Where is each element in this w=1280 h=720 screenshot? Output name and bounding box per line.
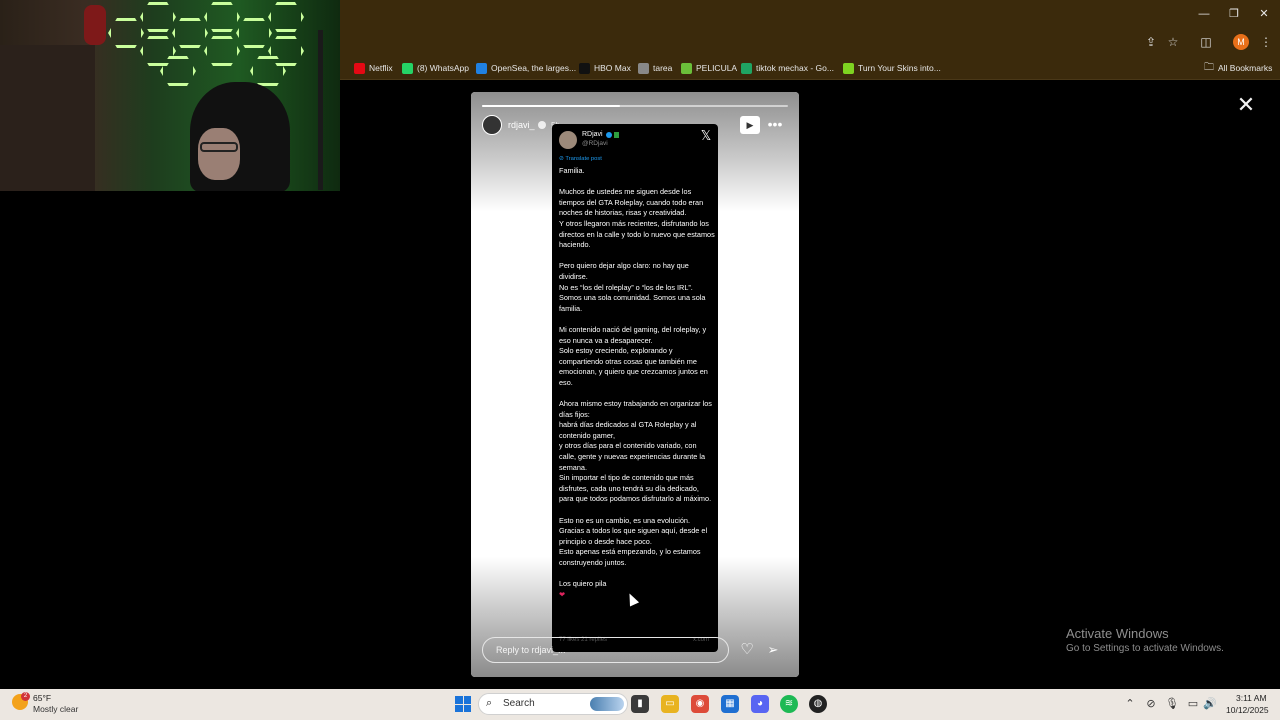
weather-desc[interactable]: Mostly clear [33, 704, 78, 714]
opensea-icon [476, 62, 487, 74]
x-logo-icon: 𝕏 [700, 128, 712, 143]
discord-icon[interactable]: ◕ [751, 695, 769, 713]
streamer-face [198, 128, 240, 180]
hex-light [204, 2, 240, 32]
bookmark-tiktok-mechax[interactable]: tiktok mechax - Go... [741, 60, 834, 76]
clock-date[interactable]: 10/12/2025 [1226, 705, 1269, 715]
post-paragraph: Esto no es un cambio, es una evolución. … [559, 515, 708, 567]
like-heart-icon[interactable]: ♡ [739, 642, 755, 658]
tarea-icon [638, 62, 649, 74]
microsoft-store-icon[interactable]: ▦ [721, 695, 739, 713]
embedded-post: RDjavi @RDjavi 𝕏 ⊘ Translate post Famili… [552, 124, 718, 652]
hex-light [140, 2, 176, 32]
restore-icon[interactable]: ❐ [1226, 6, 1242, 22]
hex-light [204, 36, 240, 66]
task-view-icon[interactable]: ▮ [631, 695, 649, 713]
bookmark-opensea[interactable]: OpenSea, the larges... [476, 60, 576, 76]
volume-icon[interactable]: 🔊 [1203, 697, 1217, 711]
lamp-pole [318, 30, 323, 190]
verified-badge-icon [606, 132, 612, 138]
translate-post: ⊘ Translate post [559, 156, 602, 162]
post-avatar [559, 131, 577, 149]
side-panel-icon[interactable]: ◫ [1198, 34, 1214, 50]
story-progress-track [482, 105, 788, 107]
story-avatar[interactable] [482, 115, 502, 135]
bookmark-tarea[interactable]: tarea [638, 60, 672, 76]
shelf [0, 45, 95, 191]
browser-menu-icon[interactable]: ⋮ [1258, 34, 1274, 50]
netflix-icon [354, 62, 365, 74]
hex-light [108, 18, 144, 48]
weather-temp[interactable]: 65°F [33, 693, 51, 703]
post-paragraph: Familia. [559, 166, 585, 175]
search-highlight-art [590, 697, 624, 711]
minimize-icon[interactable]: — [1196, 6, 1212, 22]
folder-icon: 🗀 [1204, 61, 1214, 73]
pelicula-icon [681, 62, 692, 74]
bookmark-netflix[interactable]: Netflix [354, 60, 393, 76]
glasses [200, 142, 238, 152]
profile-avatar[interactable]: M [1233, 34, 1249, 50]
windows-start-icon[interactable] [455, 696, 471, 712]
skins-icon [843, 62, 854, 74]
google-drive-icon [741, 62, 752, 74]
post-handle: @RDjavi [582, 140, 608, 147]
bookmark-star-icon[interactable]: ☆ [1165, 34, 1181, 50]
obs-icon[interactable]: ◍ [809, 695, 827, 713]
story-username[interactable]: rdjavi_ [508, 120, 535, 130]
hex-light [268, 2, 304, 32]
file-explorer-icon[interactable]: ▭ [661, 695, 679, 713]
post-paragraph: Muchos de ustedes me siguen desde los ti… [559, 187, 715, 250]
hbo-max-icon [579, 62, 590, 74]
show-hidden-icons-icon[interactable]: ⌃ [1123, 697, 1137, 711]
microphone-icon[interactable]: 🎙 [1165, 697, 1179, 711]
more-options-icon[interactable]: ••• [766, 116, 784, 134]
red-heart-icon: ❤ [559, 589, 566, 599]
close-window-icon[interactable]: ✕ [1256, 6, 1272, 22]
activate-windows-watermark: Activate Windows Go to Settings to activ… [1066, 626, 1224, 654]
story-progress-fill [482, 105, 620, 107]
hex-light [236, 18, 272, 48]
close-story-icon[interactable]: ✕ [1235, 94, 1257, 116]
weather-badge: 2 [21, 692, 30, 701]
activate-title: Activate Windows [1066, 626, 1169, 641]
whatsapp-icon [402, 62, 413, 74]
post-paragraph: Pero quiero dejar algo claro: no hay que… [559, 261, 706, 313]
verified-icon [538, 121, 546, 129]
all-bookmarks[interactable]: 🗀 All Bookmarks [1204, 60, 1272, 76]
chrome-icon[interactable]: ◉ [691, 695, 709, 713]
post-paragraph: Mi contenido nació del gaming, del rolep… [559, 324, 708, 387]
webcam-overlay [0, 0, 340, 191]
spotify-icon[interactable]: ≋ [780, 695, 798, 713]
search-icon: ⌕ [486, 697, 493, 709]
post-author-name: RDjavi [582, 131, 603, 138]
bookmark-pelicula[interactable]: PELICULA [681, 60, 737, 76]
clock-time[interactable]: 3:11 AM [1236, 693, 1267, 703]
search-label: Search [503, 698, 535, 709]
screen: — ❐ ✕ ⇪ ☆ ◫ M ⋮ Netflix (8) WhatsApp Ope… [0, 0, 1280, 720]
post-paragraph: Ahora mismo estoy trabajando en organiza… [559, 399, 712, 504]
story-viewer: rdjavi_ 5h ▶ ••• RDjavi @RDjavi 𝕏 ⊘ Tran… [471, 92, 799, 677]
display-icon[interactable]: ▭ [1186, 697, 1200, 711]
bookmark-hbo-max[interactable]: HBO Max [579, 60, 631, 76]
bookmark-whatsapp[interactable]: (8) WhatsApp [402, 60, 469, 76]
install-app-icon[interactable]: ⇪ [1143, 34, 1159, 50]
flag-icon [614, 132, 619, 138]
bookmark-turn-your-skins[interactable]: Turn Your Skins into... [843, 60, 941, 76]
hex-light [172, 18, 208, 48]
post-body: Familia. Muchos de ustedes me siguen des… [559, 166, 715, 600]
send-icon[interactable]: ➢ [765, 642, 781, 658]
play-button[interactable]: ▶ [740, 116, 760, 134]
network-off-icon[interactable]: ⊘ [1144, 697, 1158, 711]
activate-subtitle: Go to Settings to activate Windows. [1066, 643, 1224, 654]
figurine [84, 5, 106, 45]
reply-input[interactable]: Reply to rdjavi_... [482, 637, 729, 663]
